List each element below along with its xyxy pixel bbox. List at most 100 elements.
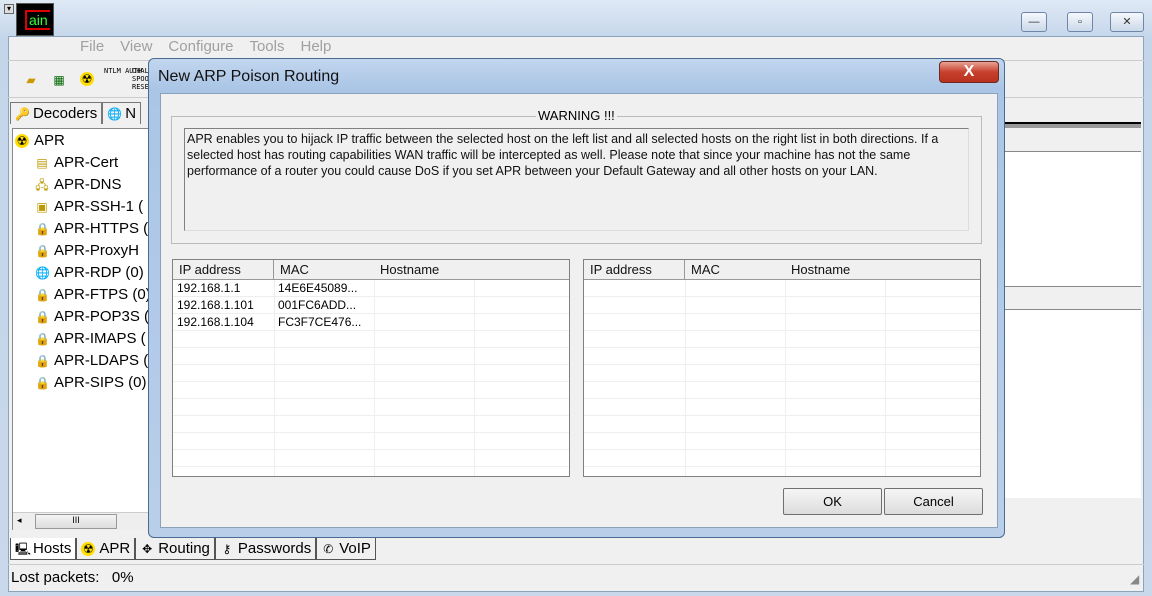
tab-voip[interactable]: ✆ VoIP	[316, 538, 376, 560]
sniffer-icon[interactable]: ▦	[52, 73, 66, 87]
top-tabs: 🔑 Decoders 🌐 N	[10, 102, 142, 124]
tree-item[interactable]: ▣ APR-SSH-1 (	[35, 198, 143, 215]
scrollbar-thumb[interactable]: III	[35, 514, 117, 529]
tab-network[interactable]: 🌐 N	[102, 102, 142, 124]
dialog-close-button[interactable]: X	[939, 61, 999, 83]
menu-file[interactable]: File	[80, 38, 104, 55]
column-header[interactable]: MAC	[685, 260, 786, 280]
globe-icon: 🌐	[35, 265, 50, 280]
tree-item[interactable]: 🔒 APR-FTPS (0)	[35, 286, 148, 303]
menu-tools[interactable]: Tools	[249, 38, 284, 55]
system-menu-icon[interactable]: ▾	[4, 4, 14, 14]
column-header[interactable]: MAC	[274, 260, 375, 280]
table-row[interactable]	[584, 331, 980, 348]
table-row[interactable]: 192.168.1.101 001FC6ADD...	[173, 297, 569, 314]
tree-item[interactable]: 🖧 APR-DNS	[35, 176, 121, 193]
certificate-icon: ▤	[36, 155, 48, 170]
lock-icon: 🔒	[35, 287, 50, 302]
table-cell: 14E6E45089...	[278, 281, 358, 295]
lock-icon: 🔒	[35, 309, 50, 324]
radiation-icon: ☢	[15, 133, 29, 148]
maximize-button[interactable]: ▫	[1067, 12, 1093, 32]
ok-button[interactable]: OK	[783, 488, 882, 515]
tree-root-apr[interactable]: ☢ APR	[15, 132, 65, 149]
key-icon: 🔑	[15, 106, 30, 121]
tree-panel: ☢ APR ▤ APR-Cert 🖧 APR-DNS ▣ APR-SSH-1 ( 🔒 APR-H…	[12, 128, 149, 530]
open-folder-icon[interactable]: ▰	[24, 73, 38, 87]
table-row[interactable]	[584, 399, 980, 416]
arp-poison-routing-dialog: New ARP Poison Routing X WARNING !!! APR…	[148, 58, 1005, 538]
tree-item[interactable]: 🔒 APR-SIPS (0)	[35, 374, 147, 391]
menu-bar: File View Configure Tools Help	[80, 38, 347, 56]
table-row[interactable]: 192.168.1.104 FC3F7CE476...	[173, 314, 569, 331]
table-cell: 001FC6ADD...	[278, 298, 357, 312]
table-row[interactable]	[584, 348, 980, 365]
computer-icon: 🖳	[15, 541, 32, 556]
status-text: Lost packets: 0%	[11, 569, 134, 586]
table-row[interactable]	[173, 450, 569, 467]
table-row[interactable]	[584, 450, 980, 467]
lock-icon: 🔒	[35, 221, 50, 236]
tab-apr[interactable]: ☢ APR	[76, 538, 136, 560]
minimize-button[interactable]: —	[1021, 12, 1047, 32]
tab-hosts[interactable]: 🖳 Hosts	[10, 538, 77, 560]
table-row[interactable]	[584, 297, 980, 314]
table-row[interactable]	[173, 365, 569, 382]
tree-item[interactable]: 🌐 APR-RDP (0)	[35, 264, 144, 281]
tree-item[interactable]: 🔒 APR-POP3S (	[35, 308, 148, 325]
app-logo: ain	[16, 3, 54, 36]
scroll-left-icon[interactable]: ◂	[17, 515, 22, 526]
column-header[interactable]: IP address	[584, 260, 685, 280]
table-row[interactable]	[584, 433, 980, 450]
table-row[interactable]	[173, 331, 569, 348]
warning-group: WARNING !!! APR enables you to hijack IP…	[171, 108, 982, 244]
tab-passwords[interactable]: ⚷ Passwords	[214, 538, 317, 560]
column-header-filler	[474, 260, 569, 280]
cancel-button[interactable]: Cancel	[884, 488, 983, 515]
close-button[interactable]: ✕	[1110, 12, 1144, 32]
radiation-icon: ☢	[81, 541, 96, 556]
challenge-spoof-button[interactable]: CHAL SPOO RESE	[132, 67, 148, 91]
lock-icon: 🔒	[35, 353, 50, 368]
tree-item[interactable]: 🔒 APR-ProxyH	[35, 242, 139, 259]
right-panel-list	[1005, 128, 1141, 498]
lock-icon: 🔒	[35, 375, 50, 390]
menu-view[interactable]: View	[120, 38, 152, 55]
lock-icon: 🔒	[35, 331, 50, 346]
horizontal-scrollbar[interactable]: ◂ III	[13, 512, 148, 530]
tab-decoders[interactable]: 🔑 Decoders	[10, 102, 103, 124]
source-host-list[interactable]: IP address MAC Hostname 192.168.1.1 14E6E450…	[172, 259, 570, 477]
column-header[interactable]: IP address	[173, 260, 274, 280]
table-row[interactable]	[173, 399, 569, 416]
globe-icon: 🌐	[107, 106, 123, 121]
table-row[interactable]	[584, 382, 980, 399]
table-row[interactable]	[584, 314, 980, 331]
table-row[interactable]	[584, 416, 980, 433]
table-row[interactable]	[173, 433, 569, 450]
table-cell: FC3F7CE476...	[278, 315, 362, 329]
table-row[interactable]	[173, 382, 569, 399]
table-row[interactable]	[173, 416, 569, 433]
resize-grip-icon[interactable]: ◢	[1130, 572, 1139, 586]
tree-item[interactable]: 🔒 APR-LDAPS (	[35, 352, 148, 369]
phone-icon: ✆	[323, 541, 334, 556]
keys-icon: ⚷	[222, 541, 232, 556]
move-icon: ✥	[142, 541, 153, 556]
tree-item[interactable]: 🔒 APR-HTTPS (	[35, 220, 148, 237]
tree-item[interactable]: 🔒 APR-IMAPS (	[35, 330, 146, 347]
status-bar: Lost packets: 0%	[8, 564, 1144, 590]
column-header[interactable]: Hostname	[785, 260, 886, 280]
column-header[interactable]: Hostname	[374, 260, 475, 280]
table-row[interactable]	[173, 348, 569, 365]
table-cell: 192.168.1.104	[177, 315, 254, 329]
radiation-icon[interactable]: ☢	[80, 72, 94, 86]
table-cell: 192.168.1.101	[177, 298, 254, 312]
target-host-list[interactable]: IP address MAC Hostname	[583, 259, 981, 477]
tab-routing[interactable]: ✥ Routing	[135, 538, 215, 560]
table-row[interactable]	[584, 365, 980, 382]
tree-item[interactable]: ▤ APR-Cert	[35, 154, 118, 171]
table-row[interactable]	[584, 280, 980, 297]
menu-configure[interactable]: Configure	[168, 38, 233, 55]
table-row[interactable]: 192.168.1.1 14E6E45089...	[173, 280, 569, 297]
menu-help[interactable]: Help	[301, 38, 332, 55]
